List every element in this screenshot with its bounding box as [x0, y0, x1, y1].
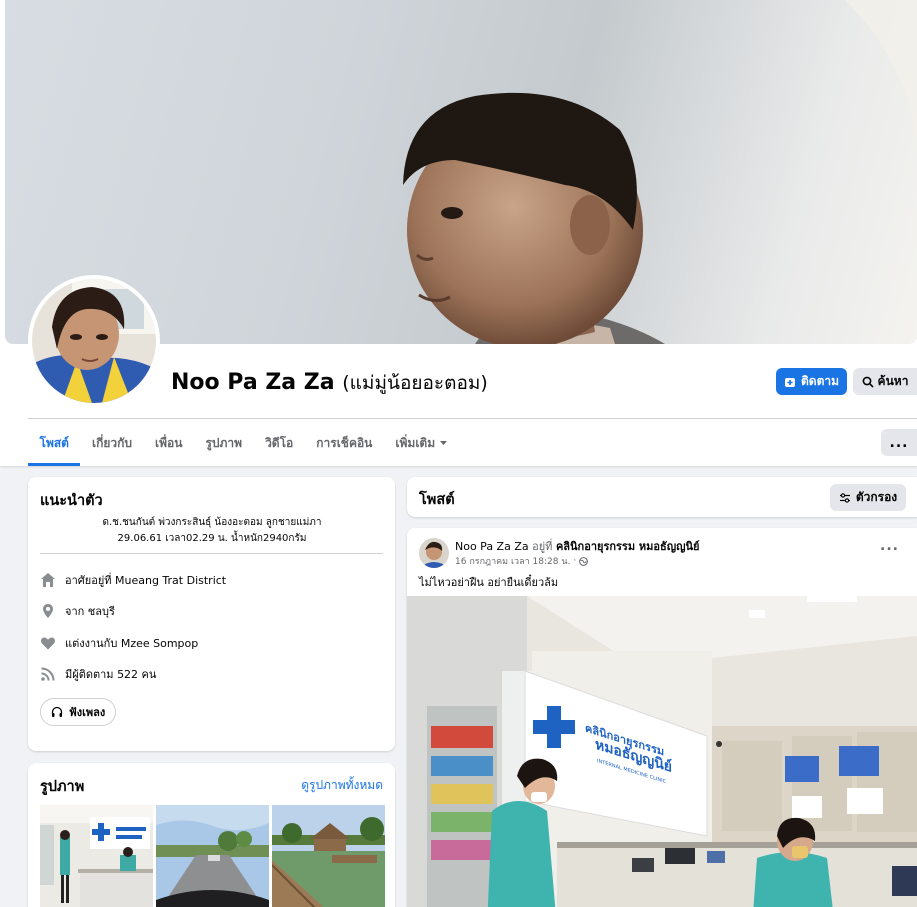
home-icon — [41, 573, 55, 587]
profile-tabs: โพสต์ เกี่ยวกับ เพื่อน รูปภาพ วิดีโอ การ… — [28, 420, 460, 466]
married-name[interactable]: Mzee Sompop — [121, 637, 198, 650]
tab-posts[interactable]: โพสต์ — [28, 420, 81, 466]
location-pin-icon — [43, 604, 53, 618]
from-prefix: จาก — [65, 605, 85, 618]
tab-videos[interactable]: วิดีโอ — [254, 420, 305, 466]
caret-down-icon — [440, 441, 448, 445]
filter-button[interactable]: ตัวกรอง — [830, 484, 906, 511]
tab-more-label: เพิ่มเติม — [395, 435, 436, 450]
rss-icon — [41, 667, 55, 681]
post-author-name[interactable]: Noo Pa Za Za — [455, 540, 529, 553]
lives-prefix: อาศัยอยู่ที่ — [65, 574, 112, 587]
tab-photos[interactable]: รูปภาพ — [194, 420, 254, 466]
intro-divider — [40, 553, 383, 554]
posts-header-title: โพสต์ — [419, 492, 455, 508]
tab-about[interactable]: เกี่ยวกับ — [80, 420, 143, 466]
tab-checkins-label: การเช็คอิน — [316, 435, 373, 450]
search-icon — [862, 376, 874, 388]
followers-count[interactable]: 522 คน — [117, 665, 156, 683]
from-place[interactable]: ชลบุรี — [88, 602, 115, 620]
post-options-button[interactable]: ... — [880, 538, 899, 554]
intro-bio: ด.ช.ชนกันต์ พ่วงกระสินธุ์ น้องอะตอม ลูกช… — [68, 515, 356, 547]
tab-about-label: เกี่ยวกับ — [91, 435, 133, 450]
followers-prefix: มีผู้ติดตาม — [65, 668, 114, 681]
tab-videos-label: วิดีโอ — [265, 435, 294, 450]
intro-title: แนะนำตัว — [40, 493, 103, 509]
headphones-icon — [51, 706, 63, 717]
intro-card: แนะนำตัว ด.ช.ชนกันต์ พ่วงกระสินธุ์ น้องอ… — [28, 477, 395, 751]
bio-line-1: ด.ช.ชนกันต์ พ่วงกระสินธุ์ น้องอะตอม ลูกช… — [102, 517, 322, 528]
post-at-text: อยู่ที่ — [532, 540, 553, 553]
see-all-photos-link[interactable]: ดูรูปภาพทั้งหมด — [301, 776, 383, 795]
header-divider — [28, 418, 917, 419]
intro-from: จาก ชลบุรี — [40, 602, 115, 620]
intro-relationship: แต่งงานกับ Mzee Sompop — [40, 634, 198, 652]
post-author-avatar[interactable] — [419, 538, 449, 568]
profile-alternate-name: (แม่มู่น้อยอะตอม) — [342, 372, 488, 394]
photos-title: รูปภาพ — [40, 779, 85, 795]
post-header: Noo Pa Za Za อยู่ที่ คลินิกอายุรกรรม หมอ… — [455, 537, 699, 555]
more-options-button[interactable]: ... — [881, 429, 917, 456]
profile-name-text: Noo Pa Za Za — [171, 370, 335, 395]
photo-thumbnail[interactable] — [156, 805, 269, 907]
cover-photo[interactable] — [5, 0, 917, 344]
photo-thumbnail[interactable] — [40, 805, 153, 907]
photo-thumbnail[interactable] — [272, 805, 385, 907]
music-label: ฟังเพลง — [69, 706, 106, 719]
filter-icon — [839, 492, 850, 503]
follow-label: ติดตาม — [800, 374, 840, 388]
tab-friends[interactable]: เพื่อน — [144, 420, 194, 466]
tab-checkins[interactable]: การเช็คอิน — [305, 420, 384, 466]
photo-grid — [40, 805, 385, 907]
post-meta-dot: · — [573, 556, 577, 566]
intro-followers: มีผู้ติดตาม 522 คน — [40, 665, 156, 683]
filter-label: ตัวกรอง — [855, 490, 898, 504]
post-card: Noo Pa Za Za อยู่ที่ คลินิกอายุรกรรม หมอ… — [407, 528, 917, 907]
photos-card: รูปภาพ ดูรูปภาพทั้งหมด — [28, 763, 395, 907]
post-timestamp[interactable]: 16 กรกฎาคม เวลา 18:28 น. — [455, 554, 570, 568]
lives-place[interactable]: Mueang Trat District — [115, 574, 226, 587]
post-photo[interactable]: คลินิกอายุรกรรม หมอธัญญนิย์ INTERNAL MED… — [407, 596, 917, 907]
tab-posts-label: โพสต์ — [39, 435, 69, 450]
tab-more[interactable]: เพิ่มเติม — [384, 420, 460, 466]
profile-name: Noo Pa Za Za (แม่มู่น้อยอะตอม) — [171, 368, 488, 398]
post-meta: 16 กรกฎาคม เวลา 18:28 น. · — [455, 554, 589, 568]
post-location-link[interactable]: คลินิกอายุรกรรม หมอธัญญนิย์ — [556, 540, 700, 553]
heart-icon — [41, 637, 55, 650]
posts-header-card: โพสต์ ตัวกรอง — [407, 477, 917, 517]
search-button[interactable]: ค้นหา — [853, 368, 917, 395]
profile-header: Noo Pa Za Za (แม่มู่น้อยอะตอม) ติดตาม ค้… — [0, 0, 917, 466]
music-button[interactable]: ฟังเพลง — [40, 698, 117, 726]
post-text: ไม่ไหวอย่าฝืน อย่ายืนเดี๋ยวล้ม — [419, 576, 559, 589]
tab-friends-label: เพื่อน — [155, 435, 183, 450]
search-label: ค้นหา — [877, 374, 909, 388]
married-prefix: แต่งงานกับ — [65, 637, 118, 650]
follow-button[interactable]: ติดตาม — [776, 368, 847, 395]
globe-icon — [579, 556, 589, 566]
profile-avatar[interactable] — [28, 275, 160, 407]
intro-lives-in: อาศัยอยู่ที่ Mueang Trat District — [40, 571, 226, 589]
follow-icon — [784, 377, 795, 387]
bio-line-2: 29.06.61 เวลา02.29 น. น้ำหนัก2940กรัม — [117, 533, 307, 544]
tab-photos-label: รูปภาพ — [205, 435, 243, 450]
